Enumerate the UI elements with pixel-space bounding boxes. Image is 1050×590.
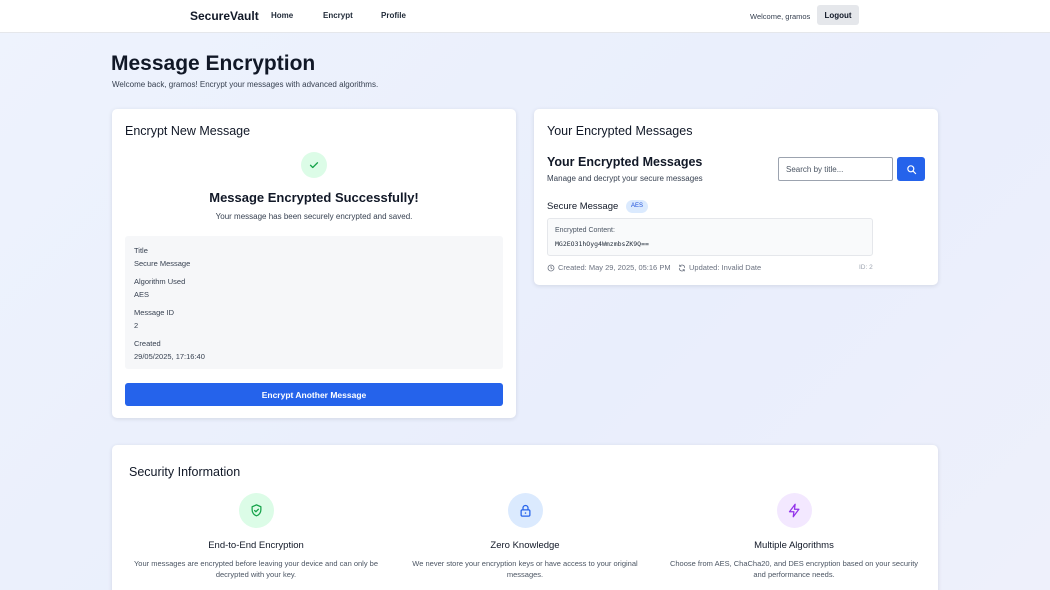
- feature-desc-zero-knowledge: We never store your encryption keys or h…: [412, 559, 638, 579]
- nav-link-profile[interactable]: Profile: [381, 11, 406, 20]
- success-title: Message Encrypted Successfully!: [209, 190, 419, 205]
- message-id-label: ID: 2: [859, 264, 873, 271]
- messages-card: Your Encrypted Messages Your Encrypted M…: [534, 109, 938, 285]
- detail-value-algorithm: AES: [134, 290, 150, 299]
- nav-link-home[interactable]: Home: [271, 11, 293, 20]
- feature-title-multiple-algorithms: Multiple Algorithms: [754, 540, 834, 551]
- security-title: Security Information: [129, 465, 241, 479]
- lock-icon: [508, 493, 543, 528]
- search-input[interactable]: [778, 157, 893, 181]
- encrypted-content-value: MG2EO31hOyg4WmzmbsZK9Q==: [555, 240, 649, 248]
- logout-button[interactable]: Logout: [817, 5, 859, 25]
- refresh-icon: [678, 264, 686, 271]
- brand-logo[interactable]: SecureVault: [190, 9, 259, 23]
- encrypted-content-box: Encrypted Content: MG2EO31hOyg4WmzmbsZK9…: [547, 218, 873, 256]
- encrypt-card: Encrypt New Message Message Encrypted Su…: [112, 109, 516, 418]
- detail-label-created: Created: [134, 339, 161, 348]
- detail-value-title: Secure Message: [134, 259, 191, 268]
- feature-desc-end-to-end: Your messages are encrypted before leavi…: [133, 559, 379, 579]
- encrypt-card-title: Encrypt New Message: [125, 124, 251, 138]
- search-button[interactable]: [897, 157, 925, 181]
- feature-title-end-to-end: End-to-End Encryption: [208, 540, 304, 551]
- lightning-icon: [777, 493, 812, 528]
- shield-check-icon: [239, 493, 274, 528]
- detail-value-created: 29/05/2025, 17:16:40: [134, 352, 205, 361]
- feature-desc-multiple-algorithms: Choose from AES, ChaCha20, and DES encry…: [669, 559, 919, 579]
- created-meta: Created: May 29, 2025, 05:16 PM: [547, 263, 671, 272]
- encrypted-content-label: Encrypted Content:: [555, 227, 615, 234]
- updated-meta: Updated: Invalid Date: [678, 263, 761, 272]
- messages-card-title: Your Encrypted Messages: [547, 124, 693, 138]
- detail-label-title: Title: [134, 246, 148, 255]
- search-icon: [906, 164, 916, 174]
- messages-list-subtitle: Manage and decrypt your secure messages: [547, 174, 703, 183]
- detail-label-algorithm: Algorithm Used: [134, 277, 186, 286]
- clock-icon: [547, 264, 555, 271]
- page-subtitle: Welcome back, gramos! Encrypt your messa…: [112, 80, 379, 89]
- encryption-details: Title Secure Message Algorithm Used AES …: [125, 236, 503, 369]
- algorithm-badge: AES: [626, 200, 649, 213]
- feature-title-zero-knowledge: Zero Knowledge: [490, 540, 560, 551]
- success-check-icon: [301, 152, 327, 178]
- nav-link-encrypt[interactable]: Encrypt: [323, 11, 353, 20]
- success-subtitle: Your message has been securely encrypted…: [215, 212, 413, 221]
- welcome-text: Welcome, gramos: [750, 12, 811, 21]
- created-text: Created: May 29, 2025, 05:16 PM: [558, 263, 671, 272]
- updated-text: Updated: Invalid Date: [689, 263, 762, 272]
- page-title: Message Encryption: [111, 52, 316, 75]
- security-card: Security Information End-to-End Encrypti…: [112, 445, 938, 590]
- message-title[interactable]: Secure Message: [547, 201, 618, 212]
- detail-label-message-id: Message ID: [134, 308, 175, 317]
- encrypt-another-button[interactable]: Encrypt Another Message: [125, 383, 503, 406]
- navbar: SecureVault Home Encrypt Profile Welcome…: [0, 0, 1050, 33]
- messages-list-title: Your Encrypted Messages: [547, 155, 703, 169]
- detail-value-message-id: 2: [134, 321, 139, 330]
